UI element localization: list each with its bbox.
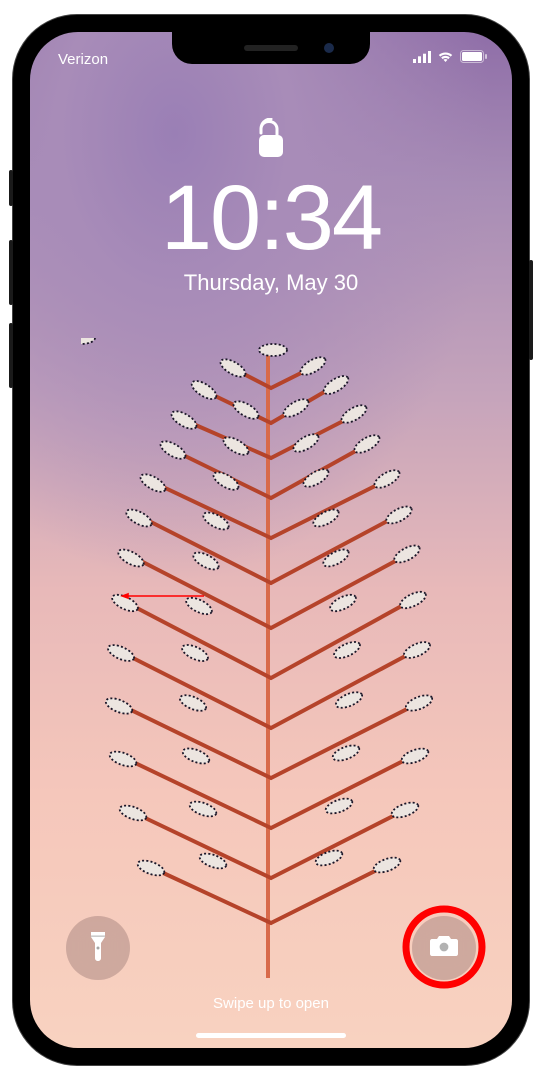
camera-button[interactable] bbox=[412, 916, 476, 980]
signal-icon bbox=[413, 50, 431, 68]
battery-icon bbox=[460, 50, 488, 68]
volume-up-button bbox=[9, 240, 13, 305]
flashlight-icon bbox=[86, 930, 110, 967]
swipe-hint-label: Swipe up to open bbox=[30, 995, 512, 1012]
front-camera bbox=[324, 43, 334, 53]
unlock-icon bbox=[256, 118, 286, 165]
clock-area: 10:34 Thursday, May 30 bbox=[30, 172, 512, 296]
speaker-grille bbox=[244, 45, 298, 51]
carrier-label: Verizon bbox=[58, 43, 108, 68]
volume-down-button bbox=[9, 323, 13, 388]
wallpaper-plant bbox=[81, 338, 461, 978]
lock-screen[interactable]: Verizon bbox=[30, 32, 512, 1048]
phone-frame: Verizon bbox=[13, 15, 529, 1065]
camera-icon bbox=[429, 934, 459, 963]
mute-switch bbox=[9, 170, 13, 206]
flashlight-button[interactable] bbox=[66, 916, 130, 980]
annotation-arrow bbox=[120, 592, 204, 600]
date-label: Thursday, May 30 bbox=[30, 270, 512, 296]
wifi-icon bbox=[437, 50, 454, 68]
power-button bbox=[529, 260, 533, 360]
time-label: 10:34 bbox=[30, 172, 512, 264]
home-indicator[interactable] bbox=[196, 1033, 346, 1038]
notch bbox=[172, 32, 370, 64]
